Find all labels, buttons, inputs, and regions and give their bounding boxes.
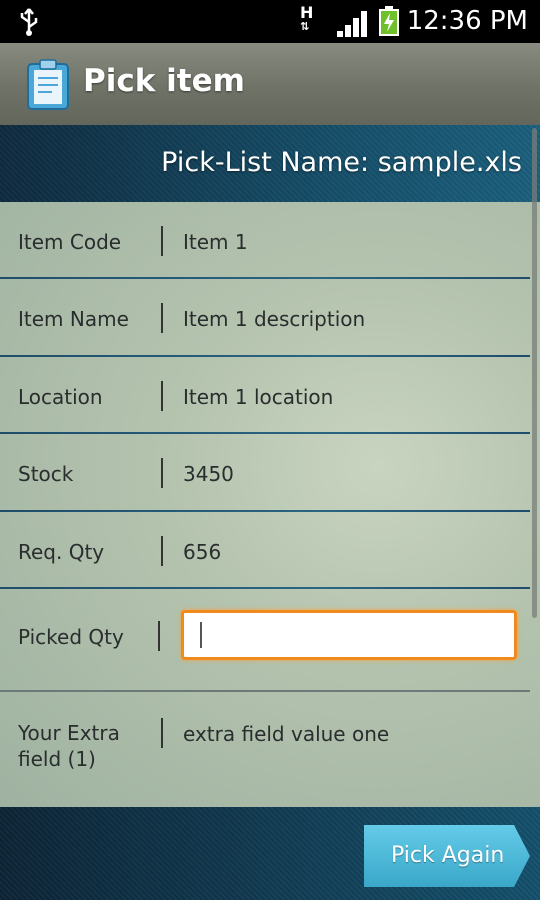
field-label: Location bbox=[18, 385, 103, 409]
field-row-item-name: Item Name Item 1 description bbox=[0, 279, 530, 355]
action-bar: Pick item bbox=[0, 43, 540, 127]
field-label: Req. Qty bbox=[18, 540, 105, 564]
field-value: 656 bbox=[183, 540, 222, 564]
network-type-indicator: H ⇅ bbox=[300, 3, 314, 34]
field-row-location: Location Item 1 location bbox=[0, 357, 530, 433]
field-label: Item Code bbox=[18, 230, 122, 254]
column-separator bbox=[161, 381, 163, 411]
field-value: extra field value one bbox=[183, 722, 390, 746]
field-label: Your Extra field (1) bbox=[18, 721, 120, 771]
column-separator bbox=[161, 303, 163, 333]
field-label: Picked Qty bbox=[18, 625, 124, 649]
field-value: 3450 bbox=[183, 462, 234, 486]
column-separator bbox=[161, 226, 163, 256]
field-value: Item 1 bbox=[183, 230, 248, 254]
field-value: Item 1 description bbox=[183, 307, 366, 331]
picklist-name-label: Pick-List Name: sample.xls bbox=[161, 147, 522, 178]
field-row-item-code: Item Code Item 1 bbox=[0, 202, 530, 278]
scrollbar[interactable] bbox=[532, 128, 537, 618]
pick-item-form: Pick-List Name: sample.xls Item Code Ite… bbox=[0, 125, 540, 807]
column-separator bbox=[161, 718, 163, 748]
field-label: Stock bbox=[18, 462, 74, 486]
usb-icon bbox=[18, 8, 40, 40]
column-separator bbox=[161, 458, 163, 488]
page-title: Pick item bbox=[83, 63, 245, 99]
bottom-bar: Pick Again bbox=[0, 807, 540, 900]
pick-again-button[interactable]: Pick Again bbox=[364, 825, 530, 887]
battery-charging-icon bbox=[378, 6, 400, 40]
field-row-extra-field: Your Extra field (1) extra field value o… bbox=[0, 692, 530, 807]
data-arrows-icon: ⇅ bbox=[300, 20, 310, 33]
clipboard-app-icon[interactable] bbox=[26, 58, 70, 114]
column-separator bbox=[158, 621, 160, 651]
text-caret bbox=[200, 622, 202, 648]
field-value: Item 1 location bbox=[183, 385, 334, 409]
field-row-req-qty: Req. Qty 656 bbox=[0, 512, 530, 588]
picklist-header: Pick-List Name: sample.xls bbox=[0, 125, 540, 202]
field-label: Item Name bbox=[18, 307, 129, 331]
field-row-stock: Stock 3450 bbox=[0, 434, 530, 510]
status-bar: H ⇅ 12:36 PM bbox=[0, 0, 540, 43]
status-clock: 12:36 PM bbox=[406, 6, 528, 36]
signal-icon bbox=[335, 9, 369, 41]
column-separator bbox=[161, 536, 163, 566]
picked-qty-input[interactable] bbox=[181, 610, 517, 660]
